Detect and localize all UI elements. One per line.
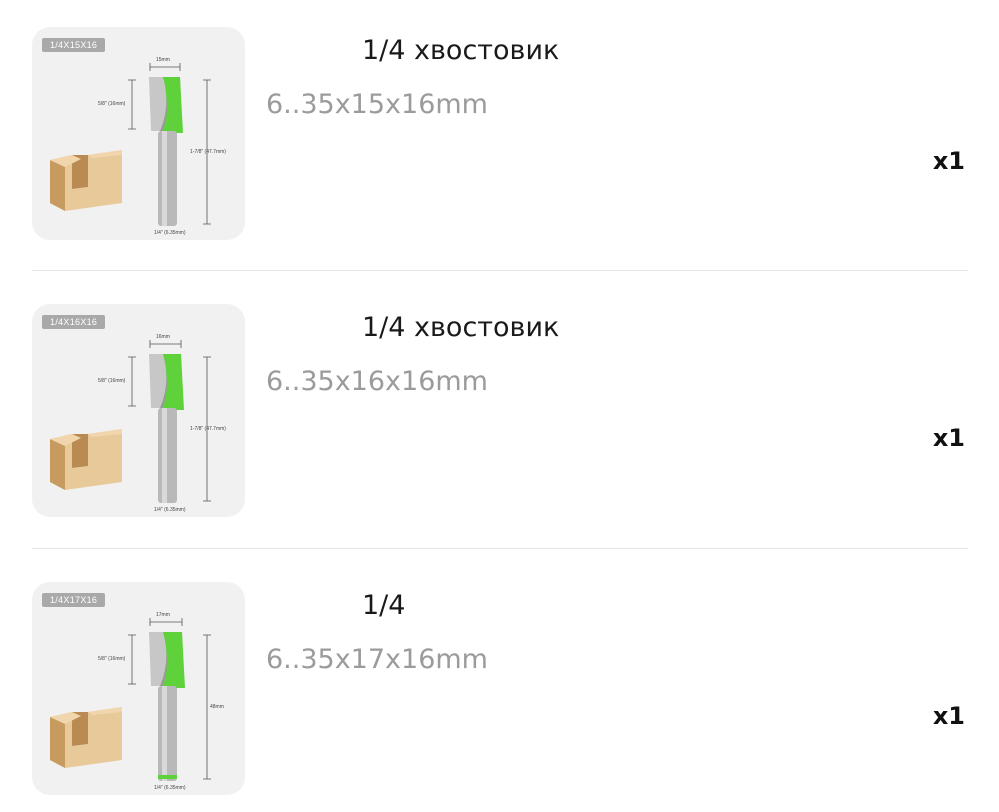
dim-label-left: 5/8" (16mm) — [98, 378, 126, 384]
item-divider — [32, 270, 968, 271]
size-tag: 1/4X15X16 — [42, 38, 106, 52]
item-quantity: x1 — [932, 147, 965, 175]
dim-label-top: 15mm — [156, 57, 170, 63]
item-spec: 6..35x15x16mm — [266, 89, 488, 120]
router-bit-image: 1/4X15X16 15mm 5/8" (16mm) 1-7/8" (47.7m… — [32, 27, 245, 240]
dim-label-bottom: 1/4" (6.35mm) — [154, 785, 186, 791]
router-bit-image: 1/4X16X16 16mm 5/8" (16mm) 1-7/8" (47.7m… — [32, 304, 245, 517]
size-tag: 1/4X17X16 — [42, 593, 106, 607]
router-bit-illustration — [50, 618, 211, 781]
router-bit-image: 1/4X17X16 17mm 5/8" (16mm) 48mm 1/4" (6.… — [32, 582, 245, 795]
item-title: 1/4 хвостовик — [362, 312, 560, 343]
router-bit-illustration — [50, 63, 211, 226]
size-tag: 1/4X16X16 — [42, 315, 106, 329]
item-quantity: x1 — [932, 702, 965, 730]
dim-label-bottom: 1/4" (6.35mm) — [154, 230, 186, 236]
item-quantity: x1 — [932, 424, 965, 452]
item-spec: 6..35x17x16mm — [266, 644, 488, 675]
item-divider — [32, 548, 968, 549]
product-item[interactable]: 1/4X16X16 16mm 5/8" (16mm) 1-7/8" (47.7m… — [0, 304, 999, 534]
dim-label-left: 5/8" (16mm) — [98, 656, 126, 662]
dim-label-left: 5/8" (16mm) — [98, 101, 126, 107]
dim-label-right: 48mm — [210, 704, 224, 710]
dim-label-bottom: 1/4" (6.35mm) — [154, 507, 186, 513]
router-bit-illustration — [50, 340, 211, 503]
dim-label-top: 17mm — [156, 612, 170, 618]
item-title: 1/4 — [362, 590, 406, 621]
item-title: 1/4 хвостовик — [362, 35, 560, 66]
dim-label-right: 1-7/8" (47.7mm) — [190, 149, 226, 155]
item-spec: 6..35x16x16mm — [266, 366, 488, 397]
dim-label-right: 1-7/8" (47.7mm) — [190, 426, 226, 432]
dim-label-top: 16mm — [156, 334, 170, 340]
product-item[interactable]: 1/4X15X16 15mm 5/8" (16mm) 1-7/8" (47.7m… — [0, 27, 999, 257]
product-item[interactable]: 1/4X17X16 17mm 5/8" (16mm) 48mm 1/4" (6.… — [0, 582, 999, 812]
